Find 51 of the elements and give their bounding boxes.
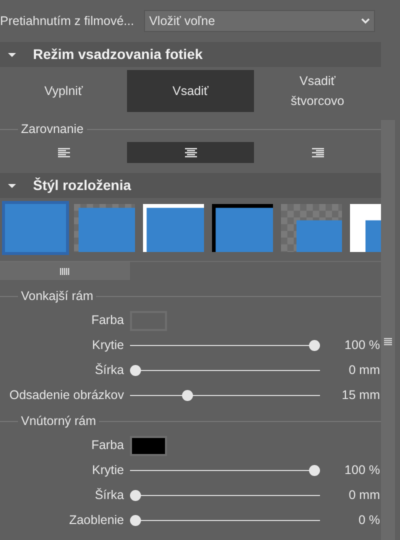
vertical-scrollbar[interactable]	[381, 120, 395, 540]
group-title: Zarovnanie	[20, 120, 85, 138]
field-label: Farba	[90, 437, 124, 454]
value-text: 15 mm	[340, 387, 380, 404]
horizontal-scrollbar[interactable]	[0, 262, 130, 280]
fit-mode-button[interactable]: Vsadiť	[127, 70, 254, 112]
section-header[interactable]: Režim vsadzovania fotiek	[0, 42, 381, 67]
slider-track[interactable]	[130, 490, 320, 501]
placement-dropdown[interactable]: Vložiť voľne	[144, 10, 375, 32]
fit-mode-button[interactable]: Vsadiť štvorcovo	[254, 70, 381, 112]
slider-track[interactable]	[130, 365, 320, 376]
layout-style-thumbnail[interactable]	[278, 201, 345, 255]
slider-thumb[interactable]	[130, 515, 141, 526]
color-swatch[interactable]	[130, 436, 167, 456]
slider-thumb[interactable]	[309, 340, 320, 351]
slider-thumb[interactable]	[130, 490, 141, 501]
layout-style-thumbnail[interactable]	[209, 201, 276, 255]
align-left-icon	[58, 148, 70, 158]
slider-thumb[interactable]	[130, 365, 141, 376]
field-label: Šírka	[94, 487, 124, 504]
field-label: Šírka	[94, 362, 124, 380]
slider-track[interactable]	[130, 465, 320, 476]
slider-track[interactable]	[130, 390, 320, 401]
chevron-down-icon	[361, 18, 370, 24]
layout-style-thumbnail[interactable]	[71, 201, 138, 255]
group-title: Vonkajší rám	[20, 288, 94, 305]
field-label: Zaoblenie	[68, 512, 124, 530]
slider-track[interactable]	[130, 340, 320, 351]
field-label: Farba	[90, 312, 124, 330]
slider-thumb[interactable]	[182, 390, 193, 401]
value-text: 0 %	[357, 512, 380, 530]
value-text: 100 %	[344, 462, 380, 480]
slider-thumb[interactable]	[309, 465, 320, 476]
slider-track[interactable]	[130, 515, 320, 526]
field-label: Krytie	[91, 337, 124, 354]
field-label: Pretiahnutím z filmové...	[0, 12, 134, 30]
value-text: 100 %	[344, 337, 380, 354]
grip-icon	[60, 268, 70, 274]
value-text: 0 mm	[348, 362, 380, 380]
alignment-button[interactable]	[127, 142, 254, 163]
value-text: 0 mm	[348, 487, 380, 504]
grip-icon	[384, 338, 392, 346]
align-right-icon	[312, 148, 324, 158]
field-label: Krytie	[91, 462, 124, 480]
layout-style-thumbnail[interactable]	[140, 201, 207, 255]
group-title: Vnútorný rám	[20, 412, 98, 430]
layout-style-thumbnail[interactable]	[2, 201, 69, 255]
align-center-icon	[184, 148, 196, 158]
field-label: Odsadenie obrázkov	[8, 387, 124, 404]
section-header[interactable]: Štýl rozloženia	[0, 173, 381, 198]
fit-mode-button[interactable]: Vyplniť	[0, 70, 127, 112]
